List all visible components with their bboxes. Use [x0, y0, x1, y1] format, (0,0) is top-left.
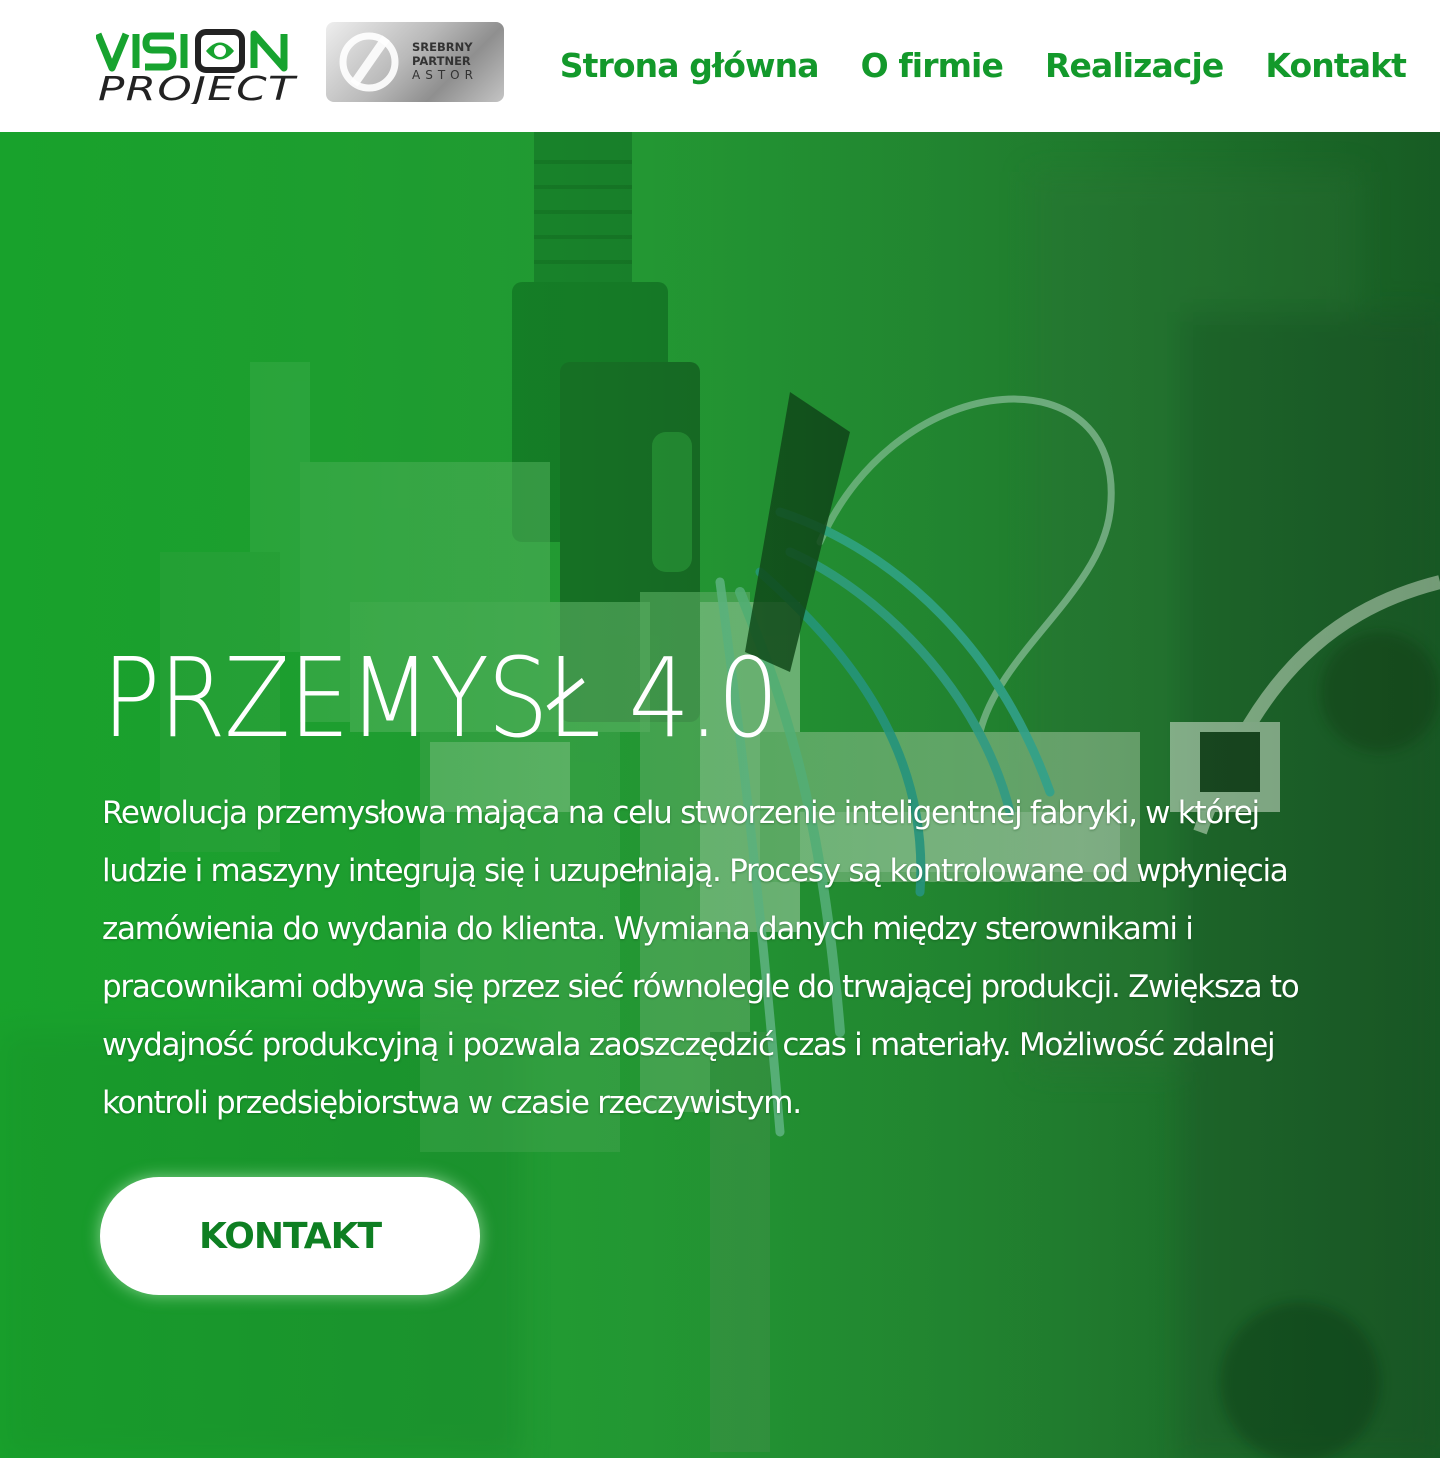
partner-text: SREBRNY PARTNER ASTOR — [412, 40, 502, 82]
svg-text:PROJECT: PROJECT — [98, 69, 298, 104]
contact-button[interactable]: KONTAKT — [100, 1177, 480, 1295]
nav-link-projects[interactable]: Realizacje — [1045, 46, 1224, 85]
nav-link-about[interactable]: O firmie — [861, 46, 1004, 85]
partner-line-2: PARTNER — [412, 54, 471, 68]
hero-title: PRZEMYSŁ 4.0 — [102, 634, 779, 762]
eye-icon — [195, 29, 245, 73]
main-nav: Strona główna O firmie Realizacje Kontak… — [560, 40, 1407, 90]
nav-link-contact[interactable]: Kontakt — [1265, 46, 1407, 85]
nav-link-home[interactable]: Strona główna — [560, 46, 820, 85]
hero-content: PRZEMYSŁ 4.0 Rewolucja przemysłowa mając… — [102, 642, 1332, 1132]
logo-graphic: PROJECT — [94, 29, 298, 108]
vision-project-logo[interactable]: PROJECT — [94, 28, 302, 108]
site-header: PROJECT SREBRNY PARTNER ASTOR Strona głó… — [0, 0, 1440, 132]
astor-partner-badge: SREBRNY PARTNER ASTOR — [326, 22, 504, 102]
partner-line-3: ASTOR — [412, 68, 478, 82]
hero-section: PRZEMYSŁ 4.0 Rewolucja przemysłowa mając… — [0, 132, 1440, 1458]
partner-line-1: SREBRNY — [412, 40, 473, 54]
hero-description: Rewolucja przemysłowa mająca na celu stw… — [102, 795, 1300, 1121]
slash-circle-icon — [339, 32, 399, 92]
